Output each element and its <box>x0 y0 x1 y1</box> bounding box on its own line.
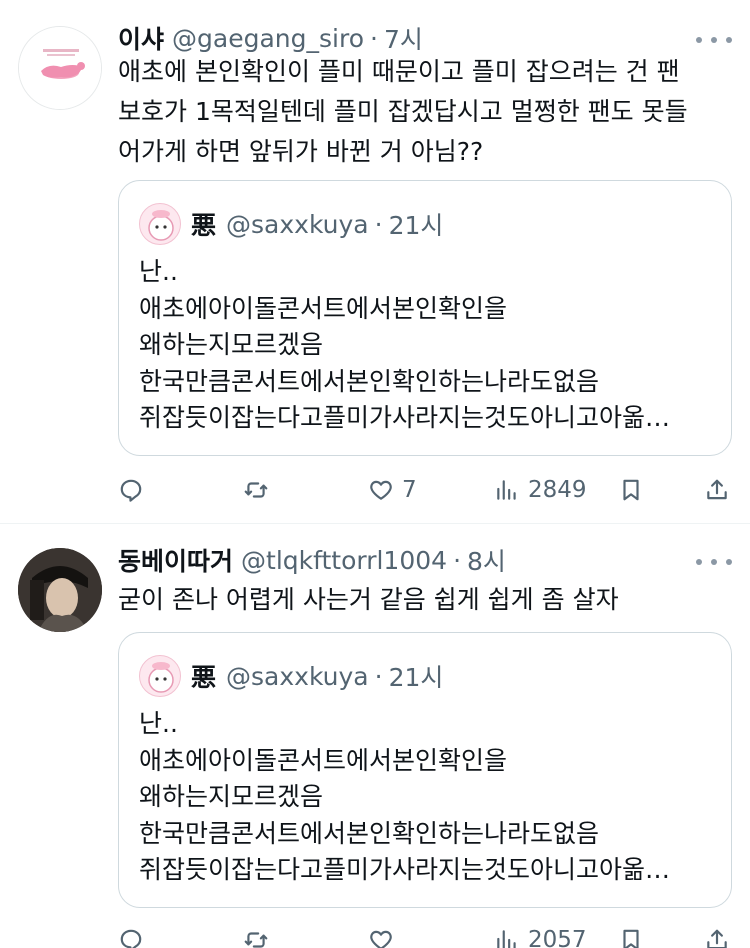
avatar[interactable] <box>18 26 102 110</box>
quote-handle: @saxxkuya <box>226 661 369 691</box>
action-bar: 7 2849 <box>118 473 732 507</box>
quote-text: 난.. 애초에아이돌콘서트에서본인확인을 왜하는지모르겠음 한국만큼콘서트에서본… <box>139 706 719 889</box>
quote-display-name: 悪 <box>191 663 217 692</box>
reply-button[interactable] <box>118 473 152 507</box>
quote-text-line: 쥐잡듯이잡는다고플미가사라지는것도아니고아옮… <box>139 403 671 432</box>
quote-text-line: 애초에아이돌콘서트에서본인확인을 <box>139 293 508 323</box>
quote-timestamp: 21시 <box>388 211 444 240</box>
like-button[interactable] <box>368 923 402 948</box>
more-icon[interactable] <box>696 30 732 50</box>
quote-text-line: 한국만큼콘서트에서본인확인하는나라도없음 <box>139 366 600 396</box>
quote-handle: @saxxkuya <box>226 209 369 239</box>
quote-avatar <box>139 655 181 697</box>
view-count: 2849 <box>528 477 587 503</box>
handle[interactable]: @gaegang_siro <box>172 24 364 53</box>
quote-timestamp: 21시 <box>388 663 444 692</box>
quote-text-line: 난.. <box>139 709 178 738</box>
share-icon <box>707 929 727 948</box>
tweet[interactable]: 동베이따거 @tlqkfttorrl1004 · 8시 굳이 존나 어렵게 사는… <box>0 525 750 948</box>
share-button[interactable] <box>704 473 730 507</box>
reply-icon <box>120 479 142 502</box>
reply-button[interactable] <box>118 923 152 948</box>
quote-header: 悪 @saxxkuya · 21시 <box>139 203 444 245</box>
retweet-icon <box>244 932 268 948</box>
display-name[interactable]: 이샤 <box>118 20 164 56</box>
quote-separator: · <box>374 209 383 239</box>
quote-text-line: 왜하는지모르겠음 <box>139 782 324 811</box>
handle[interactable]: @tlqkfttorrl1004 <box>241 546 447 575</box>
bookmark-icon <box>623 479 639 501</box>
like-count: 7 <box>402 477 417 503</box>
quote-header: 悪 @saxxkuya · 21시 <box>139 655 444 697</box>
quote-separator: · <box>374 661 383 691</box>
share-icon <box>707 479 727 500</box>
tweet-text-line: 굳이 존나 어렵게 사는거 같음 쉽게 쉽게 좀 살자 <box>118 585 619 614</box>
share-button[interactable] <box>704 923 730 948</box>
action-bar: 2057 <box>118 923 732 948</box>
tweet-text-line: 보호가 1목적일텐데 플미 잡겠답시고 멀쩡한 팬도 못들 <box>118 97 688 126</box>
tweet-text: 애초에 본인확인이 플미 때문이고 플미 잡으려는 건 팬 보호가 1목적일텐데… <box>118 52 718 172</box>
tweet-text-line: 애초에 본인확인이 플미 때문이고 플미 잡으려는 건 팬 <box>118 57 680 86</box>
display-name[interactable]: 동베이따거 <box>118 542 233 578</box>
like-button[interactable]: 7 <box>368 473 417 507</box>
heart-icon <box>370 930 392 948</box>
heart-icon <box>370 480 392 500</box>
views-icon <box>497 480 516 500</box>
quote-text-line: 애초에아이돌콘서트에서본인확인을 <box>139 745 508 775</box>
quote-text-line: 한국만큼콘서트에서본인확인하는나라도없음 <box>139 818 600 848</box>
quote-display-name: 悪 <box>191 211 217 240</box>
reply-icon <box>120 929 142 948</box>
more-icon[interactable] <box>696 552 732 572</box>
quote-text-line: 난.. <box>139 257 178 286</box>
views-icon <box>497 930 516 948</box>
view-count: 2057 <box>528 927 587 948</box>
bookmark-button[interactable] <box>618 473 644 507</box>
quoted-tweet[interactable]: 悪 @saxxkuya · 21시 난.. 애초에아이돌콘서트에서본인확인을 왜… <box>118 632 732 908</box>
retweet-icon <box>244 482 268 498</box>
tweet[interactable]: 이샤 @gaegang_siro · 7시 애초에 본인확인이 플미 때문이고 … <box>0 0 750 524</box>
separator: · <box>453 545 462 575</box>
bookmark-button[interactable] <box>618 923 644 948</box>
quoted-tweet[interactable]: 悪 @saxxkuya · 21시 난.. 애초에아이돌콘서트에서본인확인을 왜… <box>118 180 732 456</box>
retweet-button[interactable] <box>243 473 277 507</box>
views-button[interactable]: 2849 <box>494 473 587 507</box>
tweet-text: 굳이 존나 어렵게 사는거 같음 쉽게 쉽게 좀 살자 <box>118 580 718 620</box>
retweet-button[interactable] <box>243 923 277 948</box>
avatar[interactable] <box>18 548 102 632</box>
avatar-image <box>19 27 101 109</box>
bookmark-icon <box>623 929 639 948</box>
tweet-header: 이샤 @gaegang_siro · 7시 <box>118 20 423 56</box>
timestamp[interactable]: 7시 <box>384 20 423 56</box>
timestamp[interactable]: 8시 <box>467 542 506 578</box>
quote-text: 난.. 애초에아이돌콘서트에서본인확인을 왜하는지모르겠음 한국만큼콘서트에서본… <box>139 254 719 437</box>
quote-text-line: 왜하는지모르겠음 <box>139 330 324 359</box>
quote-text-line: 쥐잡듯이잡는다고플미가사라지는것도아니고아옮… <box>139 855 671 884</box>
quote-avatar <box>139 203 181 245</box>
tweet-header: 동베이따거 @tlqkfttorrl1004 · 8시 <box>118 542 506 578</box>
tweet-text-line: 어가게 하면 앞뒤가 바뀐 거 아님?? <box>118 137 484 166</box>
views-button[interactable]: 2057 <box>494 923 587 948</box>
separator: · <box>369 23 378 53</box>
avatar-image <box>18 548 102 632</box>
